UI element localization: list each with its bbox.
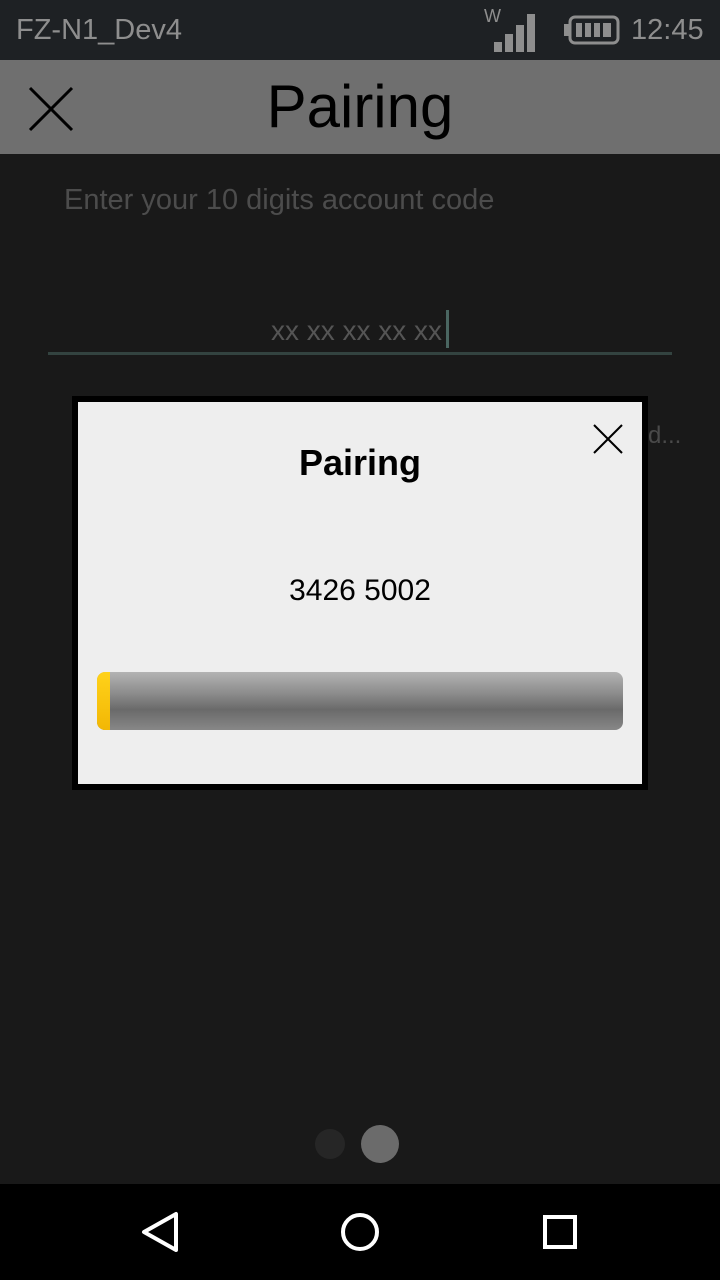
signal-icon: W	[484, 6, 535, 52]
instruction-text: Enter your 10 digits account code	[64, 184, 495, 216]
account-code-placeholder: xx xx xx xx xx	[48, 310, 672, 348]
pairing-dialog: Pairing 3426 5002	[72, 396, 648, 790]
pairing-progress-bar	[97, 672, 623, 730]
placeholder-text: xx xx xx xx xx	[270, 315, 443, 346]
back-icon[interactable]	[136, 1208, 184, 1256]
home-icon[interactable]	[336, 1208, 384, 1256]
navigation-bar	[0, 1184, 720, 1280]
status-time: 12:45	[631, 14, 704, 46]
status-bar: FZ-N1_Dev4 W 12:45	[0, 0, 720, 60]
page-dot-2-active	[361, 1125, 399, 1163]
pairing-dialog-body: Pairing 3426 5002	[78, 402, 642, 784]
pairing-code: 3426 5002	[289, 574, 431, 607]
page-title: Pairing	[266, 73, 454, 140]
status-device-name: FZ-N1_Dev4	[16, 14, 182, 46]
app-bar: Pairing	[0, 60, 720, 154]
text-caret	[446, 310, 450, 348]
network-badge: W	[484, 6, 501, 26]
page-dot-1	[315, 1129, 345, 1159]
recents-icon[interactable]	[536, 1208, 584, 1256]
pairing-progress-fill	[97, 672, 111, 730]
battery-icon	[564, 15, 620, 45]
dialog-title: Pairing	[298, 442, 422, 483]
truncated-label: d...	[648, 422, 682, 449]
account-code-input[interactable]: xx xx xx xx xx	[48, 300, 672, 355]
page-indicator	[312, 1124, 412, 1164]
